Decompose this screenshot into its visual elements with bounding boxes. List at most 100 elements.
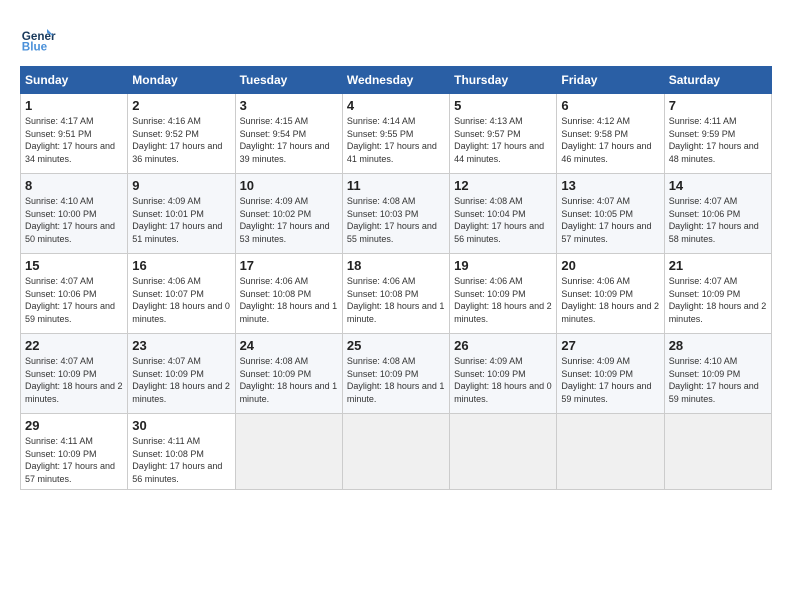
calendar-cell: 8 Sunrise: 4:10 AMSunset: 10:00 PMDayligh… [21, 174, 128, 254]
calendar-cell: 11 Sunrise: 4:08 AMSunset: 10:03 PMDaylig… [342, 174, 449, 254]
day-info: Sunrise: 4:09 AMSunset: 10:09 PMDaylight… [561, 355, 659, 405]
calendar-cell [450, 414, 557, 490]
calendar-cell: 6 Sunrise: 4:12 AMSunset: 9:58 PMDaylight… [557, 94, 664, 174]
day-number: 3 [240, 98, 338, 113]
day-number: 6 [561, 98, 659, 113]
calendar-cell [342, 414, 449, 490]
day-number: 1 [25, 98, 123, 113]
calendar-cell: 19 Sunrise: 4:06 AMSunset: 10:09 PMDaylig… [450, 254, 557, 334]
logo-icon: General Blue [20, 20, 56, 56]
day-number: 21 [669, 258, 767, 273]
calendar-cell: 10Sunrise: 4:09 AMSunset: 10:02 PMDaylig… [235, 174, 342, 254]
calendar-cell: 28 Sunrise: 4:10 AMSunset: 10:09 PMDaylig… [664, 334, 771, 414]
day-info: Sunrise: 4:12 AMSunset: 9:58 PMDaylight:… [561, 115, 659, 165]
week-row-2: 8 Sunrise: 4:10 AMSunset: 10:00 PMDayligh… [21, 174, 772, 254]
calendar-cell: 1Sunrise: 4:17 AMSunset: 9:51 PMDaylight… [21, 94, 128, 174]
calendar-cell: 22 Sunrise: 4:07 AMSunset: 10:09 PMDaylig… [21, 334, 128, 414]
day-info: Sunrise: 4:08 AMSunset: 10:04 PMDaylight… [454, 195, 552, 245]
day-number: 26 [454, 338, 552, 353]
week-row-4: 22 Sunrise: 4:07 AMSunset: 10:09 PMDaylig… [21, 334, 772, 414]
calendar-cell: 7 Sunrise: 4:11 AMSunset: 9:59 PMDaylight… [664, 94, 771, 174]
header-monday: Monday [128, 67, 235, 94]
day-number: 17 [240, 258, 338, 273]
day-info: Sunrise: 4:06 AMSunset: 10:07 PMDaylight… [132, 275, 230, 325]
day-number: 11 [347, 178, 445, 193]
day-info: Sunrise: 4:08 AMSunset: 10:03 PMDaylight… [347, 195, 445, 245]
calendar-cell: 23 Sunrise: 4:07 AMSunset: 10:09 PMDaylig… [128, 334, 235, 414]
header-tuesday: Tuesday [235, 67, 342, 94]
day-info: Sunrise: 4:16 AMSunset: 9:52 PMDaylight:… [132, 115, 230, 165]
day-info: Sunrise: 4:07 AMSunset: 10:09 PMDaylight… [25, 355, 123, 405]
day-info: Sunrise: 4:07 AMSunset: 10:06 PMDaylight… [25, 275, 123, 325]
header-thursday: Thursday [450, 67, 557, 94]
logo: General Blue [20, 20, 56, 56]
day-number: 30 [132, 418, 230, 433]
calendar-header: SundayMondayTuesdayWednesdayThursdayFrid… [21, 67, 772, 94]
day-info: Sunrise: 4:09 AMSunset: 10:09 PMDaylight… [454, 355, 552, 405]
calendar-cell: 4 Sunrise: 4:14 AMSunset: 9:55 PMDaylight… [342, 94, 449, 174]
calendar-cell: 26 Sunrise: 4:09 AMSunset: 10:09 PMDaylig… [450, 334, 557, 414]
day-info: Sunrise: 4:15 AMSunset: 9:54 PMDaylight:… [240, 115, 338, 165]
calendar-cell: 3 Sunrise: 4:15 AMSunset: 9:54 PMDaylight… [235, 94, 342, 174]
calendar-cell: 30Sunrise: 4:11 AMSunset: 10:08 PMDaylig… [128, 414, 235, 490]
day-number: 29 [25, 418, 123, 433]
day-info: Sunrise: 4:08 AMSunset: 10:09 PMDaylight… [240, 355, 338, 405]
day-info: Sunrise: 4:14 AMSunset: 9:55 PMDaylight:… [347, 115, 445, 165]
week-row-5: 29 Sunrise: 4:11 AMSunset: 10:09 PMDaylig… [21, 414, 772, 490]
calendar-cell [235, 414, 342, 490]
calendar-table: SundayMondayTuesdayWednesdayThursdayFrid… [20, 66, 772, 490]
day-number: 12 [454, 178, 552, 193]
day-info: Sunrise: 4:13 AMSunset: 9:57 PMDaylight:… [454, 115, 552, 165]
header-sunday: Sunday [21, 67, 128, 94]
day-number: 13 [561, 178, 659, 193]
day-info: Sunrise: 4:10 AMSunset: 10:00 PMDaylight… [25, 195, 123, 245]
calendar-cell: 27 Sunrise: 4:09 AMSunset: 10:09 PMDaylig… [557, 334, 664, 414]
day-number: 19 [454, 258, 552, 273]
calendar-cell: 15 Sunrise: 4:07 AMSunset: 10:06 PMDaylig… [21, 254, 128, 334]
day-info: Sunrise: 4:09 AMSunset: 10:01 PMDaylight… [132, 195, 230, 245]
day-info: Sunrise: 4:07 AMSunset: 10:09 PMDaylight… [132, 355, 230, 405]
calendar-cell: 18Sunrise: 4:06 AMSunset: 10:08 PMDaylig… [342, 254, 449, 334]
calendar-cell: 29 Sunrise: 4:11 AMSunset: 10:09 PMDaylig… [21, 414, 128, 490]
day-number: 27 [561, 338, 659, 353]
day-number: 20 [561, 258, 659, 273]
day-number: 15 [25, 258, 123, 273]
day-info: Sunrise: 4:06 AMSunset: 10:09 PMDaylight… [561, 275, 659, 325]
day-info: Sunrise: 4:09 AMSunset: 10:02 PMDaylight… [240, 195, 338, 245]
day-info: Sunrise: 4:06 AMSunset: 10:09 PMDaylight… [454, 275, 552, 325]
day-number: 28 [669, 338, 767, 353]
day-number: 9 [132, 178, 230, 193]
calendar-cell: 2 Sunrise: 4:16 AMSunset: 9:52 PMDaylight… [128, 94, 235, 174]
calendar-cell: 20 Sunrise: 4:06 AMSunset: 10:09 PMDaylig… [557, 254, 664, 334]
day-number: 18 [347, 258, 445, 273]
day-info: Sunrise: 4:10 AMSunset: 10:09 PMDaylight… [669, 355, 767, 405]
day-number: 25 [347, 338, 445, 353]
svg-text:Blue: Blue [22, 41, 48, 54]
calendar-cell: 16 Sunrise: 4:06 AMSunset: 10:07 PMDaylig… [128, 254, 235, 334]
week-row-1: 1Sunrise: 4:17 AMSunset: 9:51 PMDaylight… [21, 94, 772, 174]
week-row-3: 15 Sunrise: 4:07 AMSunset: 10:06 PMDaylig… [21, 254, 772, 334]
day-number: 5 [454, 98, 552, 113]
calendar-cell: 9 Sunrise: 4:09 AMSunset: 10:01 PMDayligh… [128, 174, 235, 254]
day-info: Sunrise: 4:11 AMSunset: 10:09 PMDaylight… [25, 435, 123, 485]
calendar-cell [557, 414, 664, 490]
day-number: 16 [132, 258, 230, 273]
day-number: 8 [25, 178, 123, 193]
day-info: Sunrise: 4:11 AMSunset: 9:59 PMDaylight:… [669, 115, 767, 165]
calendar-cell: 25 Sunrise: 4:08 AMSunset: 10:09 PMDaylig… [342, 334, 449, 414]
day-number: 24 [240, 338, 338, 353]
day-number: 22 [25, 338, 123, 353]
day-info: Sunrise: 4:07 AMSunset: 10:09 PMDaylight… [669, 275, 767, 325]
calendar-cell: 13Sunrise: 4:07 AMSunset: 10:05 PMDaylig… [557, 174, 664, 254]
calendar-cell: 14Sunrise: 4:07 AMSunset: 10:06 PMDaylig… [664, 174, 771, 254]
day-number: 2 [132, 98, 230, 113]
day-number: 4 [347, 98, 445, 113]
calendar-cell: 12 Sunrise: 4:08 AMSunset: 10:04 PMDaylig… [450, 174, 557, 254]
header-friday: Friday [557, 67, 664, 94]
calendar-cell: 21 Sunrise: 4:07 AMSunset: 10:09 PMDaylig… [664, 254, 771, 334]
day-info: Sunrise: 4:08 AMSunset: 10:09 PMDaylight… [347, 355, 445, 405]
day-number: 14 [669, 178, 767, 193]
calendar-cell: 5 Sunrise: 4:13 AMSunset: 9:57 PMDaylight… [450, 94, 557, 174]
day-number: 23 [132, 338, 230, 353]
day-number: 7 [669, 98, 767, 113]
